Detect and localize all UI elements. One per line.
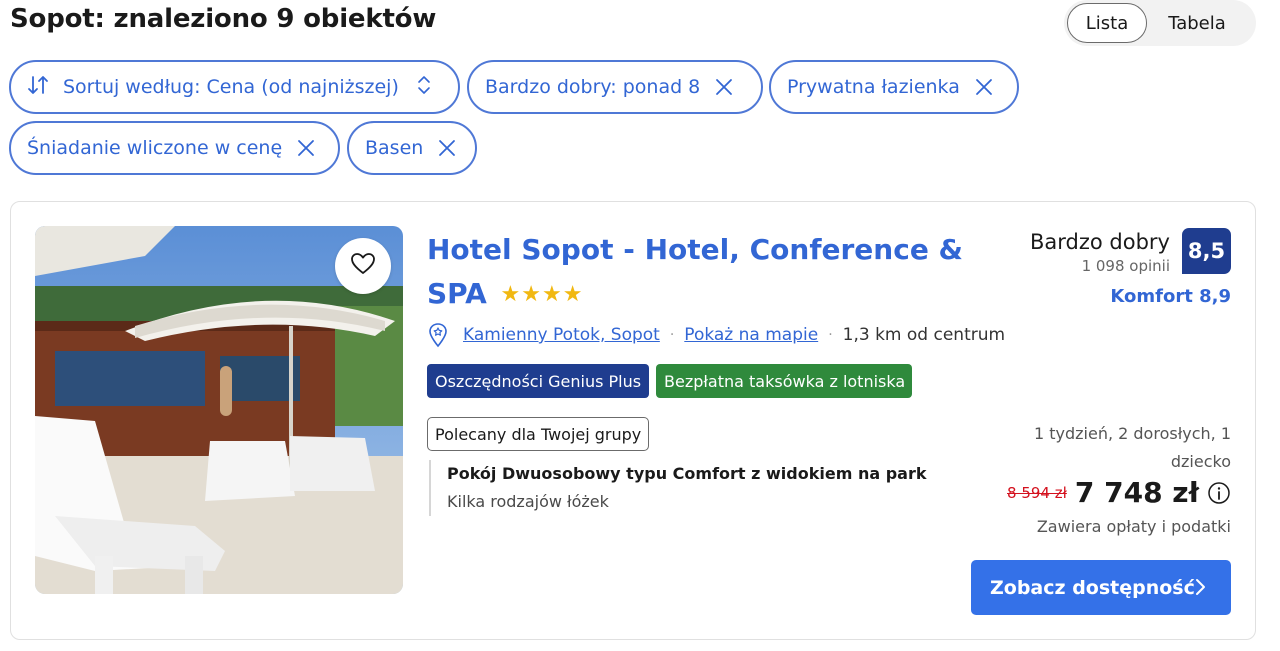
review-summary[interactable]: Bardzo dobry 1 098 opinii: [1030, 229, 1170, 277]
view-table-button[interactable]: Tabela: [1147, 3, 1247, 43]
recommended-badge: Polecany dla Twojej grupy: [427, 417, 650, 451]
filter-chip-breakfast[interactable]: Śniadanie wliczone w cenę: [9, 121, 340, 175]
review-word: Bardzo dobry: [1030, 230, 1170, 254]
chevron-right-icon: [1195, 577, 1207, 602]
close-icon[interactable]: [437, 138, 457, 158]
filter-chip-pool[interactable]: Basen: [347, 121, 477, 175]
results-title: Sopot: znaleziono 9 obiektów: [10, 4, 437, 34]
distance-text: 1,3 km od centrum: [842, 325, 1006, 345]
separator-dot: ·: [828, 327, 833, 343]
star-rating: ★★★★: [500, 282, 584, 307]
location-row: Kamienny Potok, Sopot · Pokaż na mapie ·…: [427, 322, 1005, 348]
close-icon[interactable]: [714, 77, 734, 97]
filter-chip-private-bathroom[interactable]: Prywatna łazienka: [769, 60, 1019, 114]
sort-dropdown[interactable]: Sortuj według: Cena (od najniższej): [9, 60, 460, 114]
room-info: Pokój Dwuosobowy typu Comfort z widokiem…: [429, 460, 926, 516]
sort-icon: [27, 74, 51, 101]
genius-badge: Oszczędności Genius Plus: [427, 364, 649, 398]
location-link[interactable]: Kamienny Potok, Sopot: [463, 325, 660, 345]
filter-chip-label: Bardzo dobry: ponad 8: [485, 76, 701, 98]
cta-label: Zobacz dostępność: [990, 576, 1195, 599]
filter-chip-label: Śniadanie wliczone w cenę: [27, 137, 283, 159]
hotel-name-link[interactable]: Hotel Sopot - Hotel, Conference & SPA ★★…: [427, 228, 967, 317]
old-price: 8 594 zł: [1007, 483, 1067, 502]
current-price: 7 748 zł: [1074, 476, 1199, 509]
taxi-badge: Bezpłatna taksówka z lotniska: [656, 364, 912, 398]
room-name: Pokój Dwuosobowy typu Comfort z widokiem…: [447, 464, 927, 483]
room-beds: Kilka rodzajów łóżek: [447, 492, 609, 511]
sort-label: Sortuj według: Cena (od najniższej): [63, 76, 399, 98]
stay-info: 1 tydzień, 2 dorosłych, 1 dziecko: [1033, 424, 1231, 471]
favorite-button[interactable]: [335, 238, 391, 294]
separator-dot: ·: [669, 327, 675, 343]
view-toggle: Lista Tabela: [1064, 0, 1256, 46]
price-row: 8 594 zł 7 748 zł: [1007, 476, 1231, 509]
info-icon[interactable]: [1207, 481, 1231, 505]
updown-icon: [417, 75, 431, 100]
taxes-note: Zawiera opłaty i podatki: [1036, 517, 1231, 536]
filter-chip-rating[interactable]: Bardzo dobry: ponad 8: [467, 60, 763, 114]
filter-chip-label: Prywatna łazienka: [787, 76, 960, 98]
heart-icon: [350, 252, 376, 280]
review-score-badge[interactable]: 8,5: [1182, 228, 1231, 274]
show-on-map-link[interactable]: Pokaż na mapie: [684, 325, 818, 345]
view-list-button[interactable]: Lista: [1067, 3, 1147, 43]
see-availability-button[interactable]: Zobacz dostępność: [971, 560, 1231, 615]
comfort-score: Komfort 8,9: [1110, 286, 1231, 307]
review-count: 1 098 opinii: [1081, 257, 1170, 275]
close-icon[interactable]: [974, 77, 994, 97]
close-icon[interactable]: [296, 138, 316, 158]
filter-chip-label: Basen: [365, 137, 424, 159]
location-pin-icon: [427, 322, 449, 348]
